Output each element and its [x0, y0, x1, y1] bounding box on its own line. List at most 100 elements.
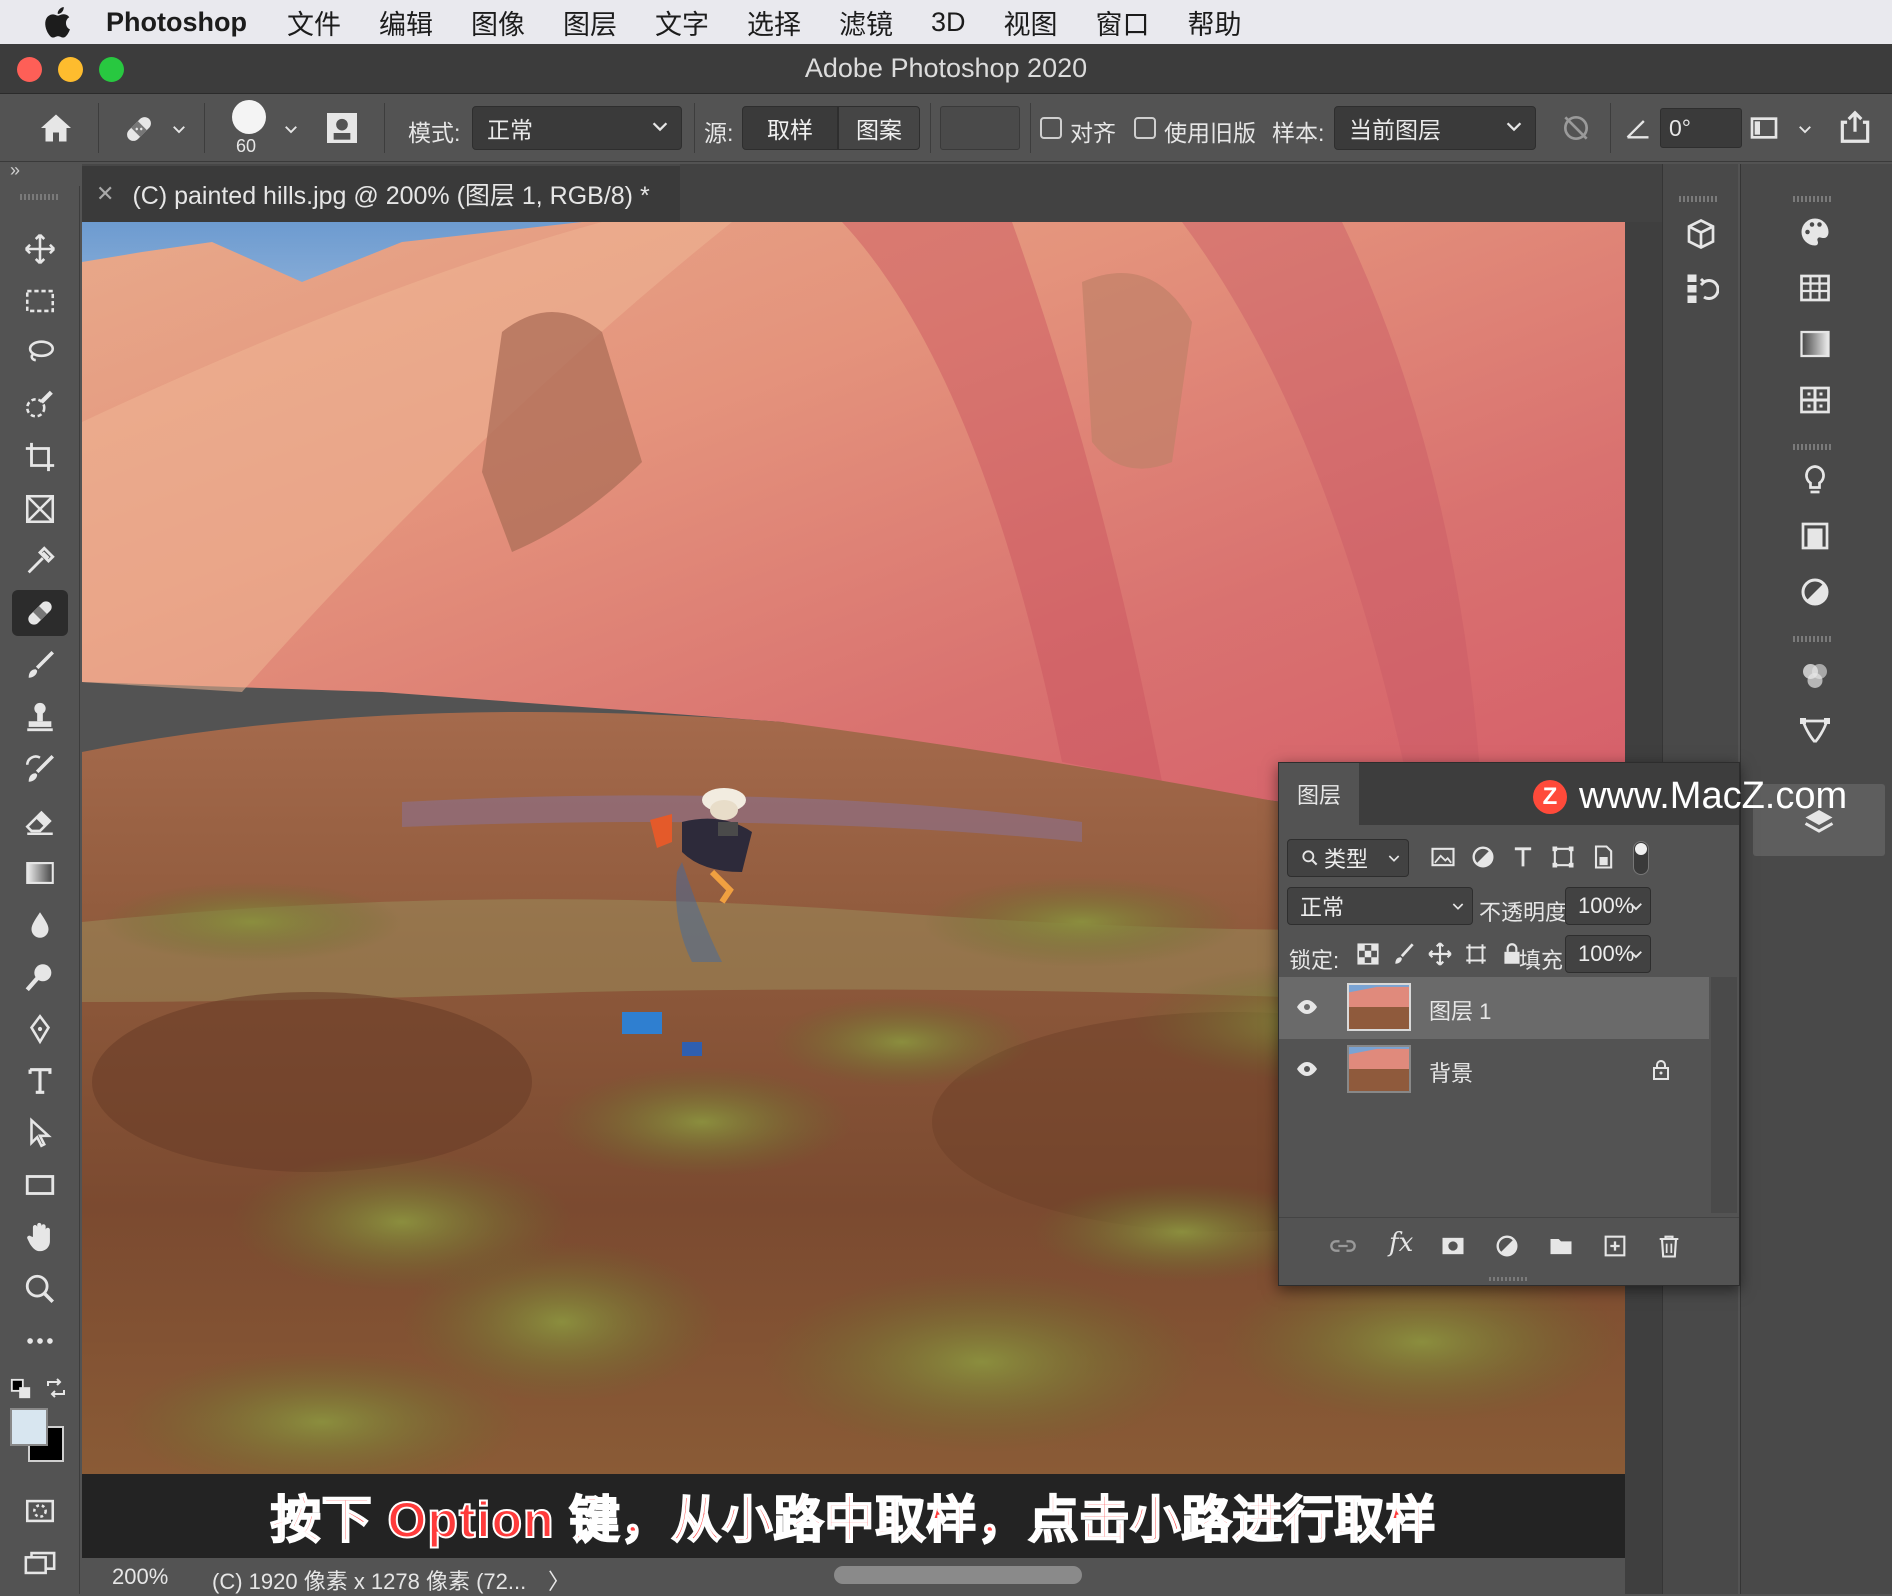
- filter-smart-object-icon[interactable]: [1589, 843, 1617, 871]
- more-tools[interactable]: [12, 1318, 68, 1364]
- lock-image-pixels-icon[interactable]: [1391, 941, 1417, 967]
- swap-colors-icon[interactable]: [44, 1376, 68, 1400]
- menu-layer[interactable]: 图层: [563, 3, 617, 42]
- apple-icon[interactable]: [40, 3, 78, 41]
- color-panel-button[interactable]: [1793, 210, 1837, 254]
- chevron-down-icon[interactable]: [282, 120, 300, 138]
- lock-artboard-icon[interactable]: [1463, 941, 1489, 967]
- channels-panel-button[interactable]: [1793, 654, 1837, 698]
- layers-scrollbar[interactable]: [1711, 977, 1737, 1213]
- new-adjustment-layer-icon[interactable]: [1493, 1232, 1521, 1260]
- filter-type-icon[interactable]: [1509, 843, 1537, 871]
- home-icon[interactable]: [38, 110, 74, 146]
- dodge-tool[interactable]: [12, 954, 68, 1000]
- chevron-down-icon[interactable]: [1627, 897, 1645, 915]
- layer-filter-dropdown[interactable]: 类型: [1287, 839, 1409, 877]
- chevron-down-icon[interactable]: [1627, 945, 1645, 963]
- 3d-panel-button[interactable]: [1679, 212, 1723, 256]
- frame-tool[interactable]: [12, 486, 68, 532]
- clone-stamp-tool[interactable]: [12, 694, 68, 740]
- healing-brush-tool[interactable]: [12, 590, 68, 636]
- menu-filter[interactable]: 滤镜: [839, 3, 893, 42]
- type-tool[interactable]: [12, 1058, 68, 1104]
- add-layer-style-icon[interactable]: fx: [1389, 1228, 1413, 1258]
- visibility-eye-icon[interactable]: [1293, 1057, 1321, 1081]
- brush-tool[interactable]: [12, 642, 68, 688]
- filter-adjustment-icon[interactable]: [1469, 843, 1497, 871]
- new-layer-icon[interactable]: [1601, 1232, 1629, 1260]
- eraser-tool[interactable]: [12, 798, 68, 844]
- eyedropper-tool[interactable]: [12, 538, 68, 584]
- document-info-menu-icon[interactable]: 〉: [548, 1564, 570, 1596]
- menu-edit[interactable]: 编辑: [379, 3, 433, 42]
- marquee-tool[interactable]: [12, 278, 68, 324]
- horizontal-scrollbar[interactable]: [834, 1566, 1082, 1584]
- new-group-icon[interactable]: [1547, 1232, 1575, 1260]
- chevron-down-icon[interactable]: [170, 120, 188, 138]
- adjustments-panel-button[interactable]: [1793, 570, 1837, 614]
- add-mask-icon[interactable]: [1439, 1232, 1467, 1260]
- zoom-window-button[interactable]: [99, 57, 124, 82]
- menu-image[interactable]: 图像: [471, 3, 525, 42]
- menu-select[interactable]: 选择: [747, 3, 801, 42]
- gradients-panel-button[interactable]: [1793, 322, 1837, 366]
- brush-preview[interactable]: [232, 100, 266, 134]
- swatches-panel-button[interactable]: [1793, 266, 1837, 310]
- move-tool[interactable]: [12, 226, 68, 272]
- healing-brush-preset-icon[interactable]: [120, 110, 158, 148]
- source-sampled-button[interactable]: 取样: [742, 106, 838, 150]
- menu-3d[interactable]: 3D: [931, 7, 966, 38]
- pen-tool[interactable]: [12, 1006, 68, 1052]
- libraries-panel-button[interactable]: [1793, 514, 1837, 558]
- paths-panel-button[interactable]: [1793, 708, 1837, 752]
- ignore-adjustment-layers-icon[interactable]: [1560, 112, 1592, 144]
- lock-transparent-pixels-icon[interactable]: [1355, 941, 1381, 967]
- panel-grip[interactable]: [1793, 196, 1833, 202]
- layer-name[interactable]: 图层 1: [1429, 994, 1491, 1026]
- default-colors-icon[interactable]: [10, 1378, 32, 1400]
- lock-position-icon[interactable]: [1427, 941, 1453, 967]
- layer-row[interactable]: 背景: [1279, 1039, 1709, 1101]
- blur-tool[interactable]: [12, 902, 68, 948]
- panel-grip[interactable]: [20, 194, 60, 200]
- layer-lock-icon[interactable]: [1649, 1057, 1673, 1083]
- gradient-tool[interactable]: [12, 850, 68, 896]
- link-layers-icon[interactable]: [1329, 1232, 1357, 1260]
- screen-mode-tool[interactable]: [12, 1540, 68, 1586]
- menu-help[interactable]: 帮助: [1188, 3, 1242, 42]
- sample-dropdown[interactable]: 当前图层: [1334, 106, 1536, 150]
- panel-grip[interactable]: [1679, 196, 1719, 202]
- source-pattern-button[interactable]: 图案: [838, 106, 920, 150]
- document-tab[interactable]: ✕ (C) painted hills.jpg @ 200% (图层 1, RG…: [82, 164, 680, 222]
- rectangle-tool[interactable]: [12, 1162, 68, 1208]
- menu-type[interactable]: 文字: [655, 3, 709, 42]
- menu-file[interactable]: 文件: [287, 3, 341, 42]
- close-tab-icon[interactable]: ✕: [96, 181, 114, 207]
- hand-tool[interactable]: [12, 1214, 68, 1260]
- menu-app-name[interactable]: Photoshop: [106, 7, 247, 38]
- expand-toolbar-icon[interactable]: »: [10, 160, 20, 181]
- mode-dropdown[interactable]: 正常: [472, 106, 682, 150]
- quick-mask-tool[interactable]: [12, 1488, 68, 1534]
- layers-tab[interactable]: 图层: [1279, 763, 1359, 825]
- crop-tool[interactable]: [12, 434, 68, 480]
- blend-mode-dropdown[interactable]: 正常: [1287, 887, 1473, 925]
- panel-resize-grip[interactable]: [1489, 1277, 1529, 1281]
- delete-layer-icon[interactable]: [1655, 1232, 1683, 1260]
- angle-input[interactable]: 0°: [1660, 108, 1742, 148]
- quick-select-tool[interactable]: [12, 382, 68, 428]
- share-icon[interactable]: [1836, 108, 1874, 146]
- filter-shape-icon[interactable]: [1549, 843, 1577, 871]
- path-select-tool[interactable]: [12, 1110, 68, 1156]
- foreground-color-swatch[interactable]: [10, 1408, 48, 1446]
- filter-pixel-icon[interactable]: [1429, 843, 1457, 871]
- minimize-window-button[interactable]: [58, 57, 83, 82]
- legacy-checkbox[interactable]: [1134, 117, 1156, 139]
- pattern-picker[interactable]: [940, 106, 1020, 150]
- zoom-tool[interactable]: [12, 1266, 68, 1312]
- chevron-down-icon[interactable]: [1796, 120, 1814, 138]
- layer-row[interactable]: 图层 1: [1279, 977, 1709, 1039]
- align-checkbox[interactable]: [1040, 117, 1062, 139]
- menu-window[interactable]: 窗口: [1096, 3, 1150, 42]
- filter-toggle[interactable]: [1633, 841, 1649, 875]
